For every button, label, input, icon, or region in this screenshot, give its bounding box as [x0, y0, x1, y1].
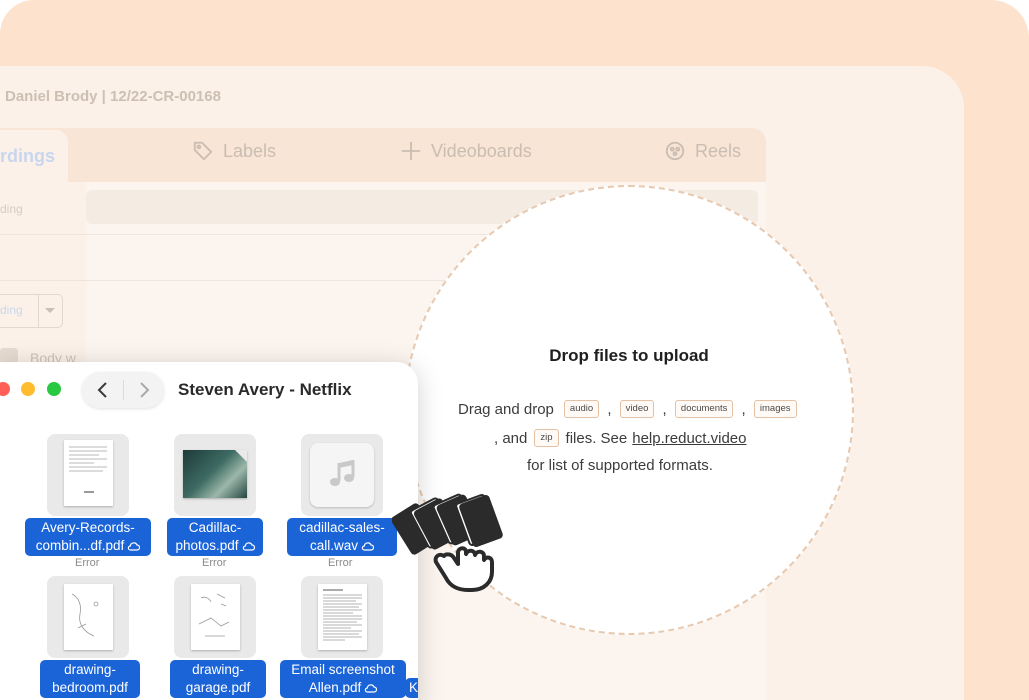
drag-hand-cursor-icon: [392, 493, 503, 592]
close-window-button[interactable]: [0, 382, 10, 396]
file-label: Email screenshot Allen.pdf: [280, 660, 406, 698]
file-label: Cadillac- photos.pdf: [167, 518, 263, 556]
minimize-window-button[interactable]: [21, 382, 35, 396]
chevron-right-icon[interactable]: [136, 380, 152, 400]
tab-bar: [0, 128, 766, 182]
file-status: Error: [328, 557, 353, 569]
tab-label: rdings: [0, 146, 56, 166]
file-name: Avery-Records-: [41, 520, 135, 535]
nav-separator: [123, 380, 124, 400]
drop-text: , and: [494, 429, 528, 447]
file-name: Cadillac-: [188, 520, 242, 535]
format-chip-images: images: [753, 400, 797, 418]
cloud-icon: [365, 684, 378, 694]
sort-label: ding: [0, 202, 23, 216]
dropdown-label: ding: [0, 303, 23, 317]
drop-zone-line-1: Drag and drop audio , video , documents …: [458, 400, 801, 418]
audio-file-icon: [310, 443, 374, 507]
file-item[interactable]: Email screenshot Allen.pdf: [278, 576, 408, 700]
dropdown-separator: [38, 295, 39, 327]
file-name: K: [409, 680, 418, 695]
drop-zone-line-2: , and zip files. See help.reduct.video: [494, 429, 746, 447]
image-icon: [183, 450, 247, 498]
file-item[interactable]: drawing- bedroom.pdf: [23, 576, 153, 700]
tab-label: Reels: [695, 140, 742, 161]
file-name: cadillac-sales-: [299, 520, 385, 535]
file-status: Error: [202, 557, 227, 569]
file-label[interactable]: K: [405, 678, 418, 698]
plus-icon: [401, 141, 421, 161]
file-name: Email screenshot: [291, 662, 395, 677]
drop-zone-line-3: for list of supported formats.: [527, 457, 713, 474]
background-frame: Daniel Brody | 12/22-CR-00168 rdings Lab…: [0, 0, 1029, 700]
tab-label: Labels: [223, 140, 277, 161]
file-name: bedroom.pdf: [52, 680, 128, 695]
cloud-icon: [361, 542, 374, 552]
sort-dropdown[interactable]: ding: [0, 294, 63, 328]
caret-down-icon[interactable]: [45, 308, 55, 313]
drop-text: Drag and drop: [458, 400, 554, 418]
pdf-document-icon: [318, 584, 367, 650]
tag-icon: [193, 141, 213, 161]
help-link[interactable]: help.reduct.video: [632, 430, 746, 447]
chevron-left-icon[interactable]: [95, 380, 111, 400]
pdf-document-icon: [191, 584, 240, 650]
finder-title: Steven Avery - Netflix: [178, 380, 352, 399]
format-chip-zip: zip: [534, 429, 559, 447]
file-label: drawing- garage.pdf: [170, 660, 266, 698]
finder-window: Steven Avery - Netflix Avery-Records- co…: [0, 362, 418, 700]
file-status: Error: [75, 557, 100, 569]
file-name: photos.pdf: [175, 538, 239, 553]
file-label: drawing- bedroom.pdf: [40, 660, 140, 698]
format-chip-documents: documents: [674, 400, 734, 418]
tab-recordings[interactable]: rdings: [0, 130, 68, 182]
cloud-icon: [128, 542, 141, 552]
file-name: call.wav: [309, 538, 358, 553]
file-item[interactable]: Cadillac- photos.pdf Error: [150, 434, 280, 574]
tab-videoboards[interactable]: Videoboards: [400, 140, 532, 162]
drop-zone-title: Drop files to upload: [549, 346, 709, 365]
file-item[interactable]: drawing- garage.pdf: [150, 576, 280, 700]
drop-text: files. See: [565, 429, 628, 447]
file-item[interactable]: Avery-Records- combin...df.pdf Error: [23, 434, 153, 574]
drop-text: for list of supported formats.: [527, 457, 713, 474]
zoom-window-button[interactable]: [47, 382, 61, 396]
file-name: garage.pdf: [185, 680, 251, 695]
tab-label: Videoboards: [431, 140, 532, 161]
file-name: combin...df.pdf: [35, 538, 125, 553]
page-title: Daniel Brody | 12/22-CR-00168: [5, 88, 221, 105]
reel-icon: [665, 141, 685, 161]
file-name: Allen.pdf: [308, 680, 362, 695]
format-chip-video: video: [619, 400, 655, 418]
file-label: Avery-Records- combin...df.pdf: [25, 518, 151, 556]
file-name: drawing-: [64, 662, 116, 677]
file-label: cadillac-sales- call.wav: [287, 518, 397, 556]
pdf-document-icon: [64, 440, 113, 506]
music-note-icon: [330, 460, 355, 486]
file-name: drawing-: [192, 662, 244, 677]
pdf-document-icon: [64, 584, 113, 650]
file-item[interactable]: cadillac-sales- call.wav Error: [278, 434, 408, 574]
cloud-icon: [242, 542, 255, 552]
tab-labels[interactable]: Labels: [192, 140, 276, 162]
format-chip-audio: audio: [563, 400, 600, 418]
tab-reels[interactable]: Reels: [664, 140, 741, 162]
